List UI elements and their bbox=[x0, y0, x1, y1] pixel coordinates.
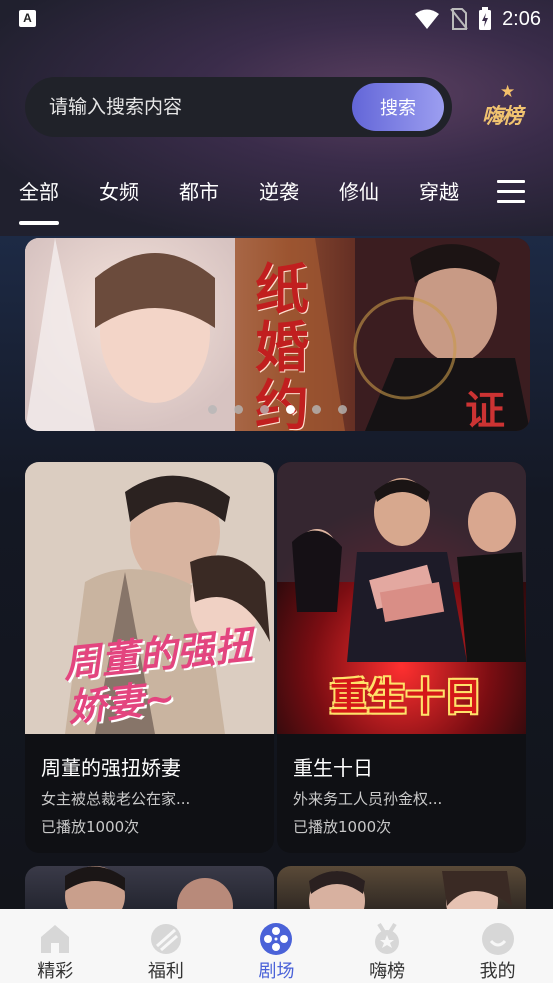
drama-description: 外来务工人员孙金权... bbox=[293, 790, 443, 808]
home-icon bbox=[41, 925, 70, 953]
wifi-icon bbox=[415, 9, 440, 29]
banner-carousel[interactable]: 纸婚约 证 bbox=[25, 238, 530, 431]
battery-charging-icon bbox=[479, 7, 492, 30]
search-button[interactable]: 搜索 bbox=[352, 83, 444, 131]
status-time: 2:06 bbox=[502, 7, 541, 30]
banner-stamp-text: 证 bbox=[465, 387, 505, 431]
tab-time-travel[interactable]: 穿越 bbox=[419, 176, 459, 205]
search-input[interactable] bbox=[49, 91, 349, 123]
poster-title: 重生十日 bbox=[329, 675, 482, 719]
tab-cultivation[interactable]: 修仙 bbox=[339, 176, 379, 205]
carousel-dot[interactable] bbox=[234, 405, 243, 414]
tab-urban[interactable]: 都市 bbox=[179, 176, 219, 205]
bottom-nav: 精彩 福利 剧场 嗨榜 我的 bbox=[0, 909, 553, 983]
no-sim-icon bbox=[450, 8, 468, 30]
drama-play-count: 已播放1000次 bbox=[293, 818, 392, 836]
nav-label: 福利 bbox=[147, 961, 184, 982]
carousel-indicators bbox=[208, 405, 347, 414]
drama-play-count: 已播放1000次 bbox=[41, 818, 140, 836]
nav-label: 精彩 bbox=[37, 961, 74, 982]
drama-poster: 周董的强扭娇妻~ bbox=[25, 462, 274, 734]
rank-badge-button[interactable]: ★ 嗨榜 bbox=[478, 82, 534, 132]
nav-item-theater[interactable]: 剧场 bbox=[221, 909, 332, 983]
rank-badge-label: 嗨榜 bbox=[482, 104, 523, 128]
drama-title: 周董的强扭娇妻 bbox=[41, 756, 181, 780]
nav-label: 剧场 bbox=[258, 961, 295, 982]
carousel-dot[interactable] bbox=[338, 405, 347, 414]
nav-item-rank[interactable]: 嗨榜 bbox=[332, 909, 443, 983]
profile-icon bbox=[481, 923, 514, 955]
drama-card[interactable]: 重生十日 重生十日 外来务工人员孙金权... 已播放1000次 bbox=[277, 462, 526, 853]
app-notification-icon: A bbox=[19, 10, 36, 27]
drama-title: 重生十日 bbox=[293, 756, 373, 780]
drama-description: 女主被总裁老公在家... bbox=[41, 790, 191, 808]
star-icon: ★ bbox=[500, 82, 516, 102]
carousel-dot[interactable] bbox=[312, 405, 321, 414]
menu-icon[interactable] bbox=[497, 180, 525, 204]
welfare-icon bbox=[150, 924, 181, 954]
search-bar: 搜索 bbox=[25, 77, 452, 137]
tab-female[interactable]: 女频 bbox=[99, 176, 139, 205]
nav-item-profile[interactable]: 我的 bbox=[442, 909, 553, 983]
tab-all[interactable]: 全部 bbox=[19, 176, 59, 225]
medal-icon bbox=[375, 922, 400, 954]
nav-label: 我的 bbox=[479, 961, 516, 982]
nav-item-home[interactable]: 精彩 bbox=[0, 909, 111, 983]
drama-poster: 重生十日 bbox=[277, 462, 526, 734]
nav-label: 嗨榜 bbox=[369, 961, 406, 982]
carousel-dot[interactable] bbox=[208, 405, 217, 414]
category-tabs: 全部 女频 都市 逆袭 修仙 穿越 bbox=[0, 166, 553, 228]
drama-card[interactable]: 周董的强扭娇妻~ 周董的强扭娇妻 女主被总裁老公在家... 已播放1000次 bbox=[25, 462, 274, 853]
carousel-dot[interactable] bbox=[260, 405, 269, 414]
tab-comeback[interactable]: 逆袭 bbox=[259, 176, 299, 205]
status-bar: A 2:06 bbox=[0, 0, 553, 38]
carousel-dot-active[interactable] bbox=[286, 405, 295, 414]
nav-item-welfare[interactable]: 福利 bbox=[111, 909, 222, 983]
film-reel-icon bbox=[260, 923, 293, 955]
